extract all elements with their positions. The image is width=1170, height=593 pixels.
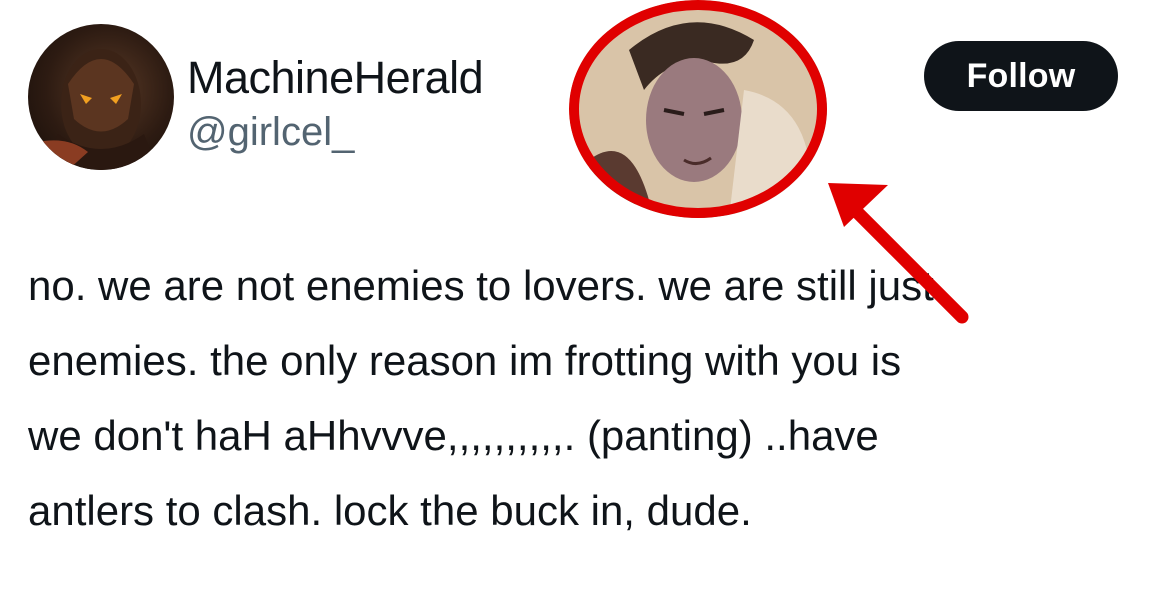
display-name[interactable]: MachineHerald — [187, 52, 484, 104]
user-handle[interactable]: @girlcel_ — [187, 110, 354, 155]
follow-button[interactable]: Follow — [924, 41, 1118, 111]
tweet-text: no. we are not enemies to lovers. we are… — [28, 262, 934, 534]
red-arrow-icon — [828, 183, 969, 324]
highlighted-avatar-image — [569, 0, 827, 218]
highlighted-avatar — [569, 0, 827, 218]
avatar-image — [28, 49, 158, 170]
avatar[interactable] — [28, 24, 174, 170]
